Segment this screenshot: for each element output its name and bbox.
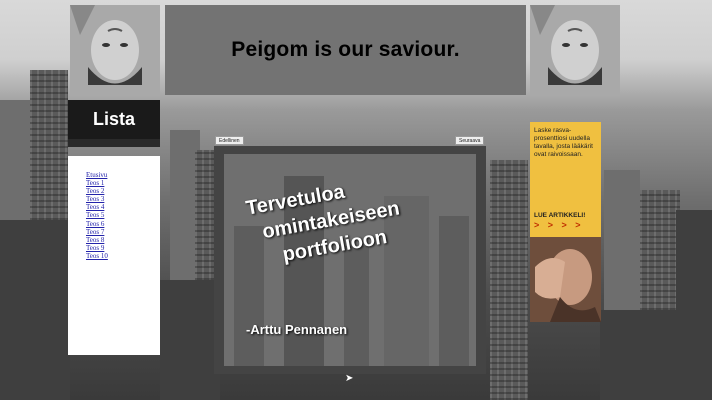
author-signature: -Arttu Pennanen xyxy=(246,322,348,337)
nav-link-teos-10[interactable]: Teos 10 xyxy=(86,252,160,260)
ad-text: Laske rasva-prosenttiosi uudella tavalla… xyxy=(534,127,593,158)
nav-link-teos-7[interactable]: Teos 7 xyxy=(86,228,160,236)
main-content-frame: Tervetuloa omintakeiseen portfolioon -Ar… xyxy=(214,146,486,374)
nav-link-teos-1[interactable]: Teos 1 xyxy=(86,179,160,187)
nav-link-teos-4[interactable]: Teos 4 xyxy=(86,203,160,211)
ad-arrows: > > > > xyxy=(534,220,584,230)
next-button[interactable]: Seuraava xyxy=(455,136,485,145)
ad-cta[interactable]: LUE ARTIKKELI! xyxy=(534,212,585,220)
ad-text-panel[interactable]: Laske rasva-prosenttiosi uudella tavalla… xyxy=(530,122,601,237)
sidebar-title: Lista xyxy=(92,109,135,129)
sidebar-title-box: Lista xyxy=(68,100,160,147)
nav-link-etusivu[interactable]: Etusivu xyxy=(86,171,160,179)
nav-link-teos-5[interactable]: Teos 5 xyxy=(86,211,160,219)
mouse-cursor-icon: ➤ xyxy=(345,373,354,384)
ad-image[interactable] xyxy=(530,237,601,322)
avatar-left xyxy=(70,5,160,95)
nav-link-teos-2[interactable]: Teos 2 xyxy=(86,187,160,195)
previous-button[interactable]: Edellinen xyxy=(215,136,244,145)
nav-link-teos-9[interactable]: Teos 9 xyxy=(86,244,160,252)
avatar-right xyxy=(530,5,620,95)
page-header: Peigom is our saviour. xyxy=(165,5,526,95)
advertisement[interactable]: Laske rasva-prosenttiosi uudella tavalla… xyxy=(530,122,601,322)
nav-link-teos-3[interactable]: Teos 3 xyxy=(86,195,160,203)
nav-link-teos-6[interactable]: Teos 6 xyxy=(86,220,160,228)
page-title: Peigom is our saviour. xyxy=(231,38,460,61)
sidebar-nav: Etusivu Teos 1 Teos 2 Teos 3 Teos 4 Teos… xyxy=(68,156,160,355)
main-content: Tervetuloa omintakeiseen portfolioon -Ar… xyxy=(224,154,476,366)
nav-link-teos-8[interactable]: Teos 8 xyxy=(86,236,160,244)
